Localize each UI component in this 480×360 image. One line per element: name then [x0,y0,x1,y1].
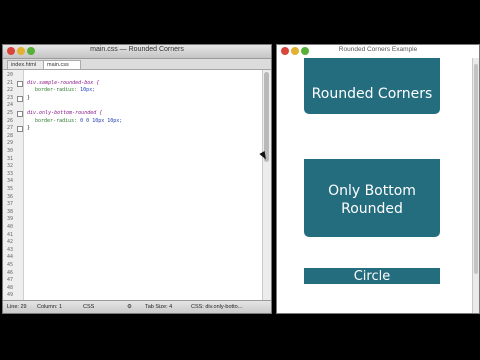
code-text: } [27,94,31,101]
code-line[interactable]: 46 [3,270,263,278]
fold-toggle-icon[interactable] [17,80,23,87]
line-number: 42 [7,239,14,246]
code-line[interactable]: 40 [3,224,263,232]
code-line[interactable]: 29 [3,140,263,148]
status-language[interactable]: CSS [83,304,94,310]
line-number: 48 [7,284,14,291]
code-line[interactable]: 48 [3,285,263,293]
line-number: 31 [7,155,14,162]
code-line[interactable]: 49 [3,292,263,300]
code-line[interactable]: 42 [3,239,263,247]
line-number: 28 [7,132,14,139]
line-number: 47 [7,277,14,284]
editor-scroll-thumb[interactable] [264,72,269,162]
circle-box: Circle [304,268,440,284]
fold-toggle-icon[interactable] [17,95,23,102]
line-number: 46 [7,269,14,276]
tab-index-html[interactable]: index.html [7,60,47,69]
rounded-corners-box: Rounded Corners [304,58,440,114]
code-line[interactable]: 39 [3,216,263,224]
code-line[interactable]: 32 [3,163,263,171]
browser-window-title: Rounded Corners Example [338,46,418,53]
line-number: 34 [7,178,14,185]
code-line[interactable]: 45 [3,262,263,270]
code-text: } [27,125,31,132]
line-number: 44 [7,254,14,261]
line-number: 29 [7,140,14,147]
status-tab-size[interactable]: Tab Size: 4 [145,304,172,310]
fold-toggle-icon[interactable] [17,111,23,117]
code-line[interactable]: 36 [3,194,263,202]
line-number: 45 [7,262,14,268]
fold-toggle-icon[interactable] [17,126,23,133]
editor-status-bar: Line: 29 Column: 1 CSS ⚙ Tab Size: 4 CSS… [3,300,271,313]
line-number: 20 [7,72,14,78]
code-line[interactable]: 43 [3,247,263,255]
css-property: border-radius: [35,117,78,124]
code-line[interactable]: 25 div.only-bottom-rounded { [3,110,263,118]
line-number: 43 [7,246,14,253]
code-line[interactable]: 47 [3,277,263,285]
code-line[interactable]: 24 [3,102,263,110]
editor-vertical-scrollbar[interactable] [262,70,271,300]
line-number: 49 [7,292,14,299]
code-line[interactable]: 30 [3,148,263,156]
code-line[interactable]: 35 [3,186,263,194]
line-number: 39 [7,216,14,223]
code-line[interactable]: 41 [3,232,263,240]
editor-window-title: main.css — Rounded Corners [90,46,184,53]
browser-content: Rounded Corners Only Bottom Rounded Circ… [277,58,473,313]
only-bottom-rounded-label: Only Bottom Rounded [328,183,416,217]
code-line[interactable]: 27} [3,125,263,133]
line-number: 37 [7,201,14,208]
css-declaration: border-radius: 10px; [35,87,95,95]
line-number: 35 [7,186,14,192]
status-column: Column: 1 [37,304,63,310]
css-selector: div.sample-rounded-box { [27,79,100,86]
css-declaration: border-radius: 0 0 10px 10px; [35,118,122,126]
browser-window: Rounded Corners Example Rounded Corners … [276,44,480,314]
line-number: 41 [7,231,14,238]
status-line: Line: 29 [7,304,27,310]
editor-tab-bar: index.html main.css [3,59,271,70]
code-line[interactable]: 33 [3,171,263,179]
tab-main-css[interactable]: main.css [43,60,81,69]
line-number: 24 [7,102,14,109]
line-number: 38 [7,208,14,215]
circle-label: Circle [353,269,391,284]
code-line[interactable]: 20 [3,72,263,80]
status-symbol[interactable]: CSS: div.only-botto... [191,304,242,310]
line-number: 40 [7,224,14,230]
code-line[interactable]: 28 [3,133,263,141]
rounded-corners-label: Rounded Corners [311,86,433,102]
code-line[interactable]: 23} [3,95,263,103]
browser-titlebar[interactable]: Rounded Corners Example [277,45,479,57]
css-value: 0 0 10px 10px; [77,117,123,124]
css-property: border-radius: [35,87,78,94]
code-line[interactable]: 34 [3,178,263,186]
css-selector: div.only-bottom-rounded { [27,110,103,116]
code-line[interactable]: 37 [3,201,263,209]
code-line[interactable]: 44 [3,254,263,262]
code-line[interactable]: 21 div.sample-rounded-box { [3,80,263,88]
code-line[interactable]: 31 [3,156,263,164]
line-number: 30 [7,148,14,154]
code-line[interactable]: 26 border-radius: 0 0 10px 10px; [3,118,263,126]
code-line[interactable]: 22 border-radius: 10px; [3,87,263,95]
line-number: 36 [7,193,14,200]
line-number: 26 [7,117,14,124]
code-line[interactable]: 38 [3,209,263,217]
browser-scroll-thumb[interactable] [474,64,478,274]
css-value: 10px; [77,87,96,94]
editor-window: main.css — Rounded Corners index.html ma… [2,44,272,314]
line-number: 22 [7,87,14,94]
browser-vertical-scrollbar[interactable] [472,58,479,313]
only-bottom-rounded-box: Only Bottom Rounded [304,159,440,237]
editor-titlebar[interactable]: main.css — Rounded Corners [3,45,271,59]
line-number: 33 [7,170,14,177]
code-editor[interactable]: 20 21 div.sample-rounded-box {22 border-rad… [3,70,263,300]
line-number: 32 [7,163,14,170]
gear-icon[interactable]: ⚙ [127,304,132,310]
